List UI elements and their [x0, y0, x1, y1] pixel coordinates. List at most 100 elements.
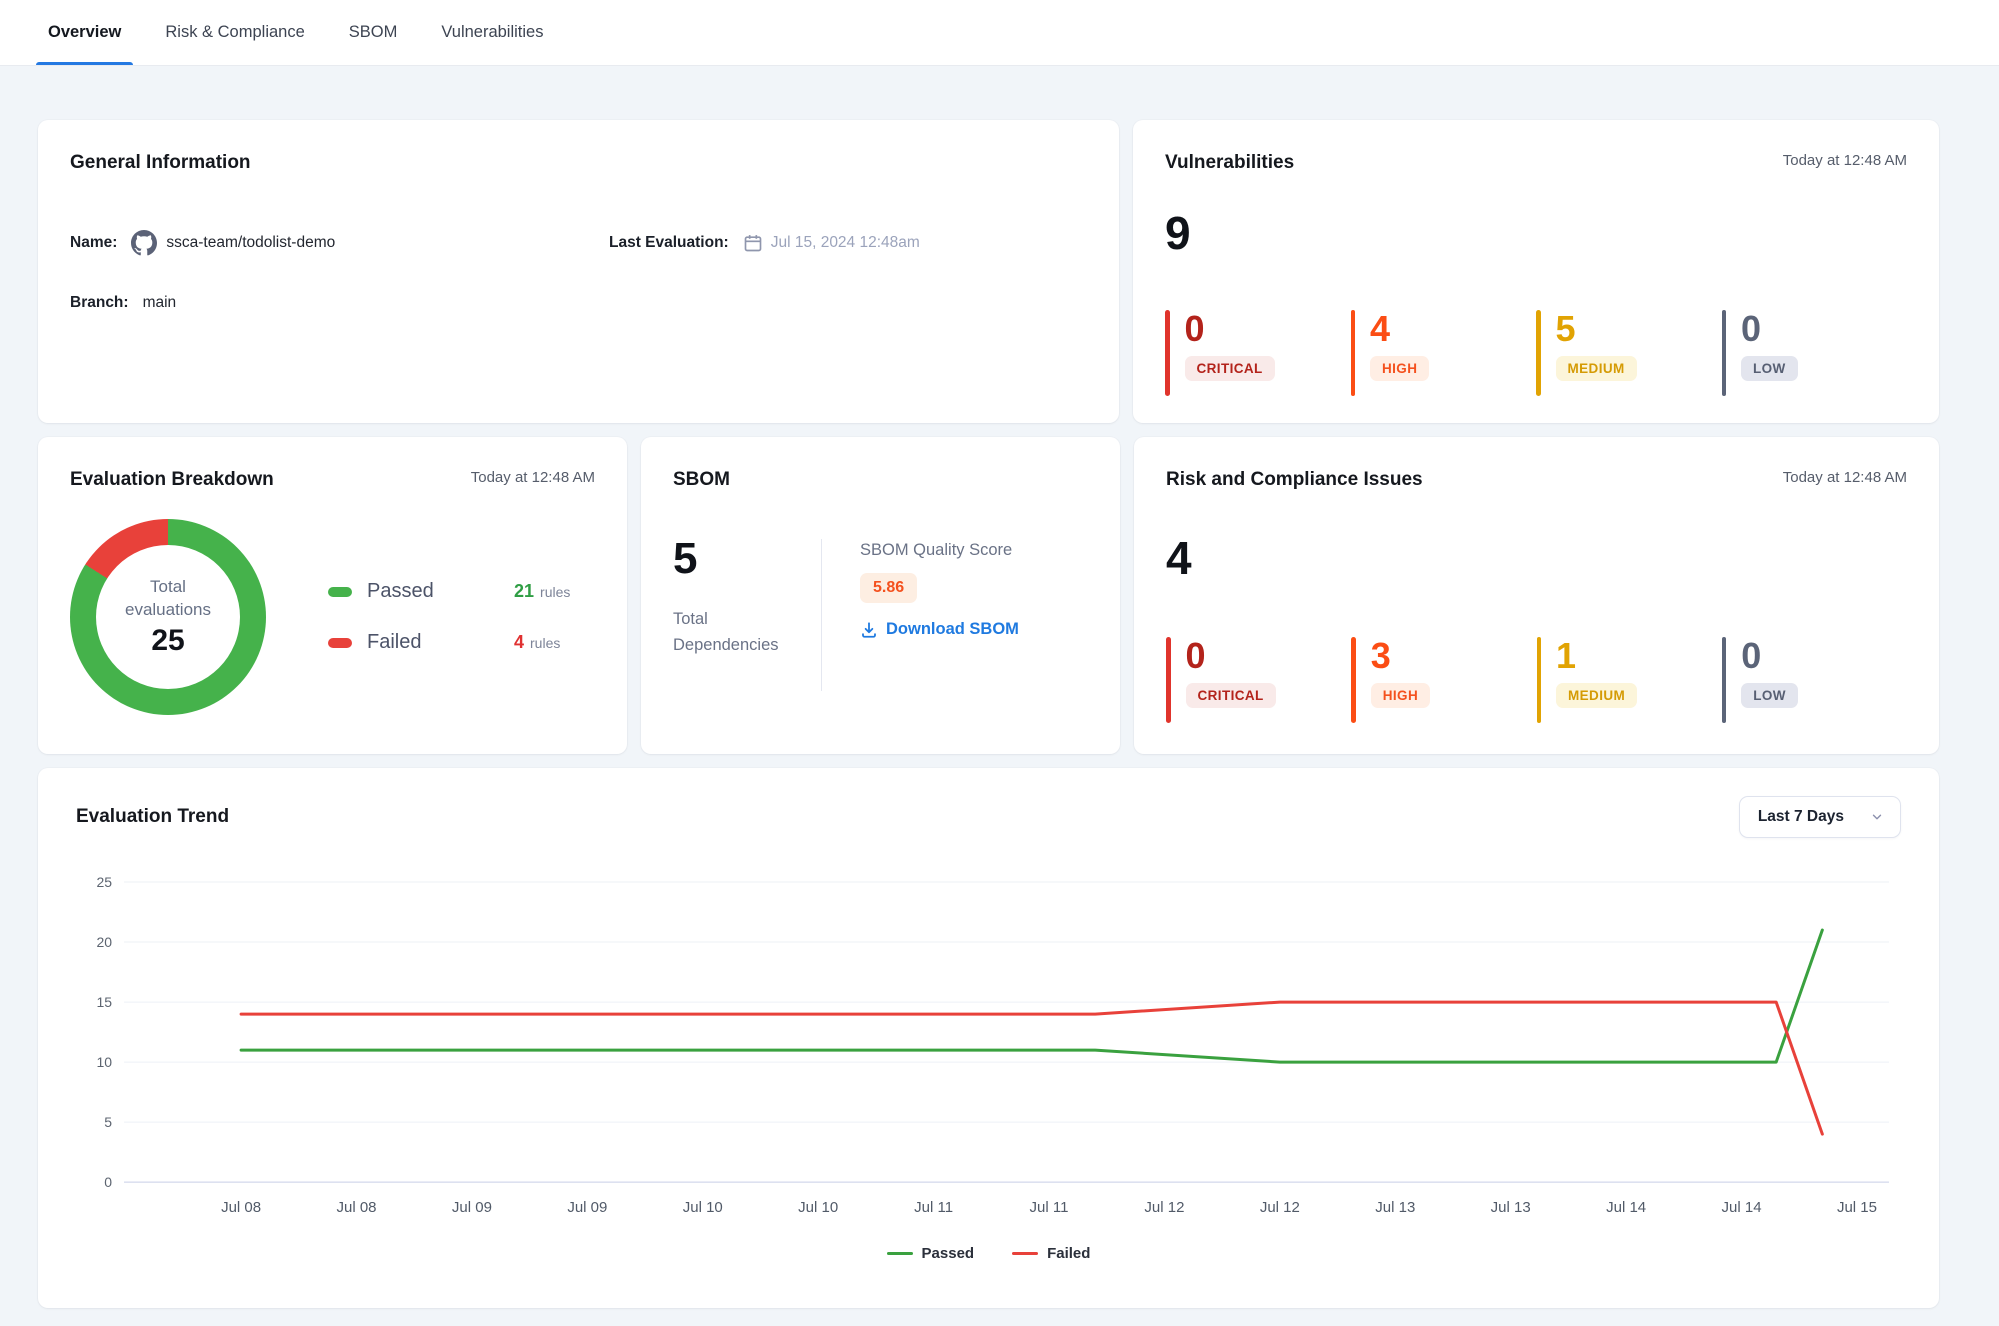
- x-axis-tick-label: Jul 08: [221, 1199, 261, 1216]
- x-axis-tick-label: Jul 13: [1491, 1199, 1531, 1216]
- critical-count: 0: [1185, 311, 1275, 347]
- total-dependencies-label-2: Dependencies: [673, 633, 821, 659]
- x-axis-tick-label: Jul 09: [567, 1199, 607, 1216]
- low-count: 0: [1741, 638, 1798, 674]
- risk-compliance-card: Risk and Compliance Issues Today at 12:4…: [1134, 437, 1939, 754]
- total-evaluations-value: 25: [151, 624, 184, 658]
- tab-risk-compliance[interactable]: Risk & Compliance: [165, 0, 304, 65]
- critical-bar: [1165, 310, 1170, 396]
- high-count: 3: [1371, 638, 1430, 674]
- y-axis-tick-label: 25: [96, 874, 112, 890]
- high-badge: HIGH: [1371, 683, 1430, 708]
- medium-badge: MEDIUM: [1556, 683, 1637, 708]
- repo-name-row: Name: ssca-team/todolist-demo: [70, 230, 609, 256]
- failed-label: Failed: [367, 631, 472, 654]
- legend-item-failed: Failed: [1012, 1245, 1090, 1262]
- failed-value: 4: [514, 632, 524, 653]
- risk-compliance-total: 4: [1166, 535, 1907, 581]
- general-information-title: General Information: [70, 152, 251, 174]
- passed-label: Passed: [367, 580, 472, 603]
- name-label: Name:: [70, 234, 117, 252]
- legend-passed-label: Passed: [922, 1245, 975, 1262]
- download-sbom-link[interactable]: Download SBOM: [860, 620, 1019, 639]
- medium-bar: [1536, 310, 1541, 396]
- high-count: 4: [1370, 311, 1429, 347]
- failed-swatch-icon: [328, 638, 352, 648]
- low-bar: [1722, 310, 1727, 396]
- critical-bar: [1166, 637, 1171, 723]
- branch-value: main: [143, 294, 177, 312]
- y-axis-tick-label: 15: [96, 994, 112, 1010]
- x-axis-tick-label: Jul 13: [1375, 1199, 1415, 1216]
- evaluation-breakdown-title: Evaluation Breakdown: [70, 469, 274, 491]
- x-axis-tick-label: Jul 10: [683, 1199, 723, 1216]
- failed-series-line: [241, 1002, 1822, 1134]
- calendar-icon: [743, 233, 763, 253]
- trend-line-chart-svg: 0510152025Jul 08Jul 08Jul 09Jul 09Jul 10…: [76, 872, 1901, 1222]
- tab-risk-compliance-label: Risk & Compliance: [165, 23, 304, 42]
- legend-item-passed: Passed: [887, 1245, 975, 1262]
- repo-name-value[interactable]: ssca-team/todolist-demo: [166, 234, 335, 252]
- sbom-quality-score-label: SBOM Quality Score: [860, 541, 1019, 560]
- low-count: 0: [1741, 311, 1798, 347]
- x-axis-tick-label: Jul 11: [914, 1199, 953, 1216]
- vulnerabilities-total: 9: [1165, 210, 1907, 256]
- risk-severity-low: 0 LOW: [1722, 637, 1907, 723]
- critical-badge: CRITICAL: [1186, 683, 1276, 708]
- low-bar: [1722, 637, 1727, 723]
- high-bar: [1351, 637, 1356, 723]
- tab-overview[interactable]: Overview: [48, 0, 121, 65]
- row-top: General Information Name: ssca-team/todo…: [38, 120, 1939, 423]
- date-range-dropdown[interactable]: Last 7 Days: [1739, 796, 1901, 838]
- y-axis-tick-label: 10: [96, 1054, 112, 1070]
- passed-legend-row: Passed 21 rules: [328, 580, 570, 603]
- evaluation-breakdown-card: Evaluation Breakdown Today at 12:48 AM T…: [38, 437, 627, 754]
- branch-row: Branch: main: [70, 294, 609, 312]
- total-dependencies-label-1: Total: [673, 607, 821, 633]
- vuln-severity-medium: 5 MEDIUM: [1536, 310, 1722, 396]
- low-badge: LOW: [1741, 683, 1798, 708]
- vulnerabilities-severity-grid: 0 CRITICAL 4 HIGH 5 MEDIUM: [1165, 310, 1907, 396]
- sbom-title: SBOM: [673, 469, 730, 491]
- vuln-severity-low: 0 LOW: [1722, 310, 1908, 396]
- tab-vulnerabilities[interactable]: Vulnerabilities: [441, 0, 543, 65]
- general-information-card: General Information Name: ssca-team/todo…: [38, 120, 1119, 423]
- branch-label: Branch:: [70, 294, 129, 312]
- tab-bar: Overview Risk & Compliance SBOM Vulnerab…: [0, 0, 1999, 66]
- x-axis-tick-label: Jul 11: [1030, 1199, 1069, 1216]
- trend-chart: 0510152025Jul 08Jul 08Jul 09Jul 09Jul 10…: [76, 872, 1901, 1227]
- failed-legend-row: Failed 4 rules: [328, 631, 570, 654]
- evaluation-trend-card: Evaluation Trend Last 7 Days 0510152025J…: [38, 768, 1939, 1308]
- vuln-severity-critical: 0 CRITICAL: [1165, 310, 1351, 396]
- evaluation-trend-title: Evaluation Trend: [76, 806, 229, 828]
- passed-series-line: [241, 930, 1822, 1062]
- x-axis-tick-label: Jul 12: [1144, 1199, 1184, 1216]
- trend-chart-legend: Passed Failed: [76, 1245, 1901, 1262]
- medium-count: 1: [1556, 638, 1637, 674]
- x-axis-tick-label: Jul 14: [1722, 1199, 1762, 1216]
- vulnerabilities-timestamp: Today at 12:48 AM: [1783, 152, 1907, 169]
- medium-count: 5: [1556, 311, 1637, 347]
- x-axis-tick-label: Jul 08: [337, 1199, 377, 1216]
- tab-sbom[interactable]: SBOM: [349, 0, 398, 65]
- high-badge: HIGH: [1370, 356, 1429, 381]
- x-axis-tick-label: Jul 15: [1837, 1199, 1877, 1216]
- last-evaluation-row: Last Evaluation: Jul 15, 2024 12:48am: [609, 230, 1087, 256]
- vertical-divider: [821, 539, 822, 691]
- tab-sbom-label: SBOM: [349, 23, 398, 42]
- x-axis-tick-label: Jul 12: [1260, 1199, 1300, 1216]
- critical-count: 0: [1186, 638, 1276, 674]
- high-bar: [1351, 310, 1356, 396]
- passed-unit: rules: [540, 584, 570, 600]
- breakdown-legend: Passed 21 rules Failed 4 rules: [328, 580, 570, 654]
- row-middle: Evaluation Breakdown Today at 12:48 AM T…: [38, 437, 1939, 754]
- risk-severity-critical: 0 CRITICAL: [1166, 637, 1351, 723]
- failed-unit: rules: [530, 635, 560, 651]
- risk-severity-high: 3 HIGH: [1351, 637, 1536, 723]
- y-axis-tick-label: 0: [104, 1174, 112, 1190]
- github-icon: [131, 230, 157, 256]
- vulnerabilities-title: Vulnerabilities: [1165, 152, 1294, 174]
- donut-center-label-1: Total: [125, 576, 211, 599]
- sbom-quality-score-value: 5.86: [860, 573, 917, 603]
- risk-compliance-timestamp: Today at 12:48 AM: [1783, 469, 1907, 486]
